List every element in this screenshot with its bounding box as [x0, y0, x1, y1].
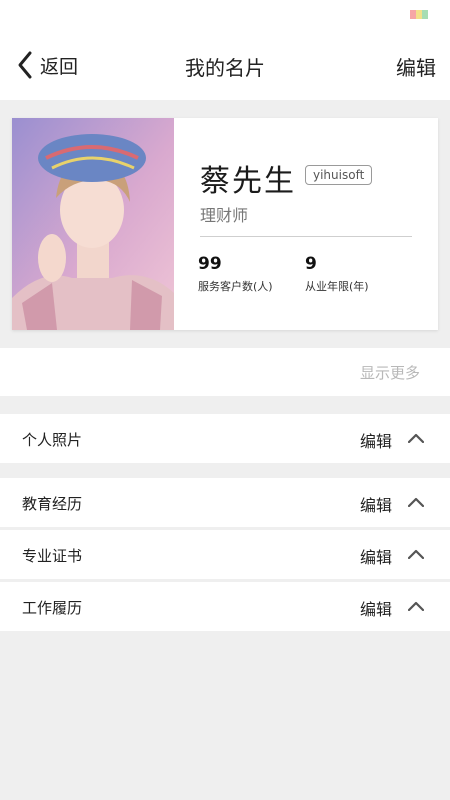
status-bar: [0, 0, 450, 30]
chevron-up-icon[interactable]: [408, 433, 424, 443]
section-edit-button[interactable]: 编辑: [360, 428, 392, 452]
profile-photo: [12, 118, 174, 330]
company-tag: yihuisoft: [305, 165, 373, 185]
stat-years-value: 9: [305, 254, 317, 274]
section-label: 工作履历: [22, 599, 83, 617]
show-more-bar: 显示更多: [0, 348, 450, 396]
section-edit-button[interactable]: 编辑: [360, 596, 392, 620]
card-divider: [200, 236, 412, 237]
stat-clients: 99 服务客户数(人): [198, 254, 273, 294]
section-certificates[interactable]: 专业证书 编辑: [0, 530, 450, 579]
chevron-up-icon[interactable]: [408, 497, 424, 507]
profile-name: 蔡先生: [200, 164, 296, 199]
section-work-history[interactable]: 工作履历 编辑: [0, 582, 450, 631]
business-card: 蔡先生 yihuisoft 理财师 99 服务客户数(人) 9 从业年限(年): [12, 118, 438, 330]
chevron-up-icon[interactable]: [408, 549, 424, 559]
battery-icon: [410, 10, 428, 19]
stat-clients-label: 服务客户数(人): [198, 280, 273, 293]
section-label: 个人照片: [22, 431, 83, 449]
section-personal-photos[interactable]: 个人照片 编辑: [0, 414, 450, 463]
section-edit-button[interactable]: 编辑: [360, 544, 392, 568]
section-label: 专业证书: [22, 547, 83, 565]
section-education[interactable]: 教育经历 编辑: [0, 478, 450, 527]
profile-role: 理财师: [200, 206, 249, 225]
stat-years: 9 从业年限(年): [305, 254, 369, 294]
page-title: 我的名片: [185, 56, 265, 80]
show-more-button[interactable]: 显示更多: [360, 362, 420, 383]
stat-years-label: 从业年限(年): [305, 280, 369, 293]
chevron-up-icon[interactable]: [408, 601, 424, 611]
section-label: 教育经历: [22, 495, 83, 513]
navigation-header: 返回 我的名片 编辑: [0, 30, 450, 100]
section-edit-button[interactable]: 编辑: [360, 492, 392, 516]
stat-clients-value: 99: [198, 254, 222, 274]
edit-button[interactable]: 编辑: [396, 52, 436, 81]
